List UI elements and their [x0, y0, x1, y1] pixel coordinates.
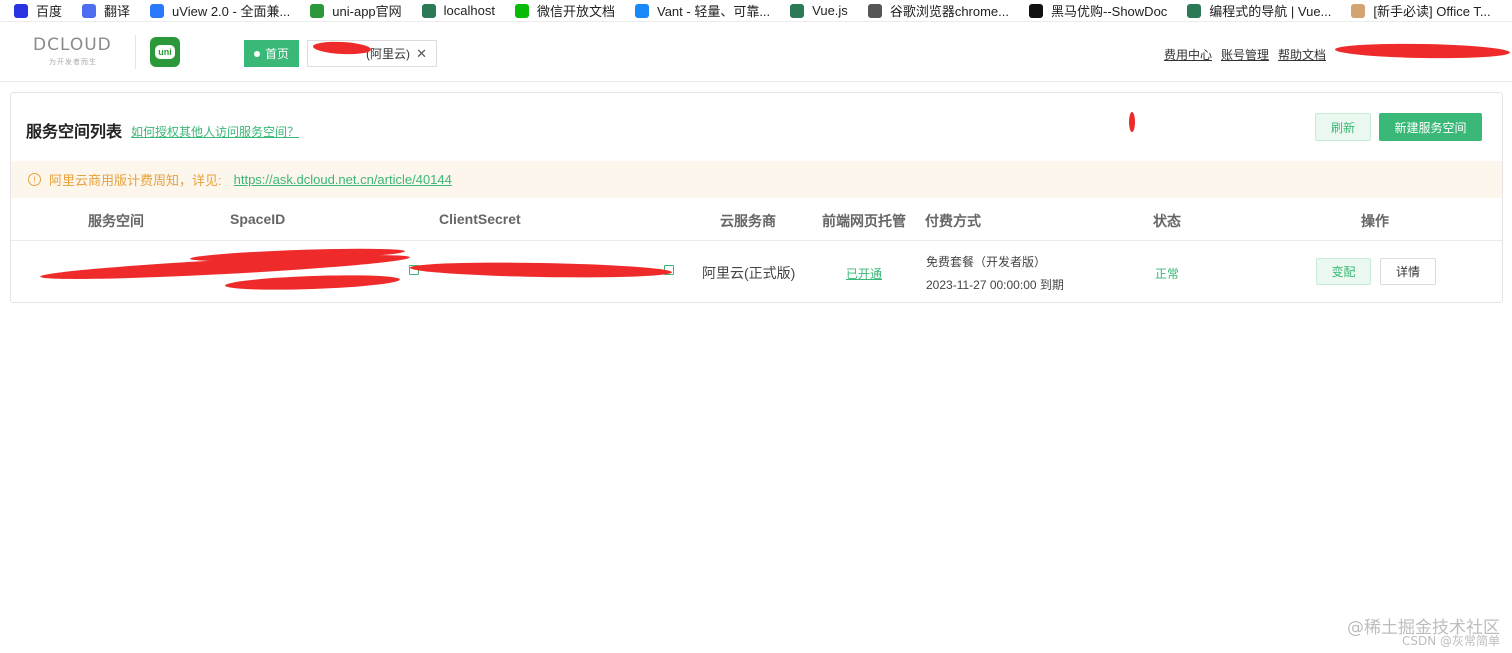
- logo-text: DCLOUD: [33, 35, 112, 55]
- billing-notice: ! 阿里云商用版计费周知，详见: https://ask.dcloud.net.…: [11, 161, 1502, 198]
- col-hosting: 前端网页托管: [822, 213, 906, 229]
- active-dot-icon: [253, 50, 260, 57]
- top-header: DCLOUD 为开发者而生 uni 首页 (阿里云) ✕ 费用中心 账号管理 帮…: [0, 23, 1512, 82]
- link-account-management[interactable]: 账号管理: [1221, 46, 1269, 63]
- bookmark-item[interactable]: uni-app官网: [310, 0, 402, 21]
- uni-icon-label: uni: [155, 45, 175, 59]
- col-service-space: 服务空间: [88, 213, 144, 229]
- bookmark-item[interactable]: Vue.js: [790, 0, 848, 21]
- tab-home[interactable]: 首页: [244, 40, 299, 67]
- col-payment: 付费方式: [925, 213, 981, 229]
- bookmark-label: 翻译: [104, 4, 131, 19]
- bookmark-label: 编程式的导航 | Vue...: [1209, 4, 1332, 19]
- page-title: 服务空间列表: [26, 124, 123, 141]
- bookmark-label: Vant - 轻量、可靠...: [656, 4, 771, 19]
- dcloud-logo[interactable]: DCLOUD 为开发者而生: [33, 35, 123, 69]
- bookmark-label: uView 2.0 - 全面兼...: [172, 4, 291, 19]
- uniapp-icon: [310, 3, 325, 18]
- bookmark-item[interactable]: uView 2.0 - 全面兼...: [150, 0, 291, 21]
- detail-button[interactable]: 详情: [1380, 258, 1436, 285]
- vue-icon: [421, 3, 436, 18]
- bookmark-label: 黑马优购--ShowDoc: [1051, 4, 1168, 19]
- office-icon: [1351, 3, 1366, 18]
- watermark-csdn: CSDN @灰常简单: [1401, 634, 1500, 648]
- bookmark-label: 谷歌浏览器chrome...: [889, 4, 1009, 19]
- new-service-space-button[interactable]: 新建服务空间: [1379, 113, 1482, 141]
- bookmark-item[interactable]: 谷歌浏览器chrome...: [867, 0, 1009, 21]
- bookmark-item[interactable]: localhost: [421, 0, 495, 21]
- bookmark-label: 百度: [36, 4, 63, 19]
- provider-cell: 阿里云(正式版): [702, 265, 796, 281]
- bookmark-item[interactable]: Vant - 轻量、可靠...: [634, 0, 771, 21]
- bookmark-label: 微信开放文档: [536, 4, 615, 19]
- vue-icon: [790, 3, 805, 18]
- bookmark-item[interactable]: 百度: [14, 0, 63, 21]
- bookmark-label: Vue.js: [812, 3, 848, 18]
- redaction-mark: [1129, 112, 1135, 132]
- hosting-link[interactable]: 已开通: [846, 265, 882, 282]
- card-header: 服务空间列表 如何授权其他人访问服务空间？ 刷新 新建服务空间: [11, 93, 1502, 161]
- notice-link[interactable]: https://ask.dcloud.net.cn/article/40144: [234, 172, 452, 187]
- warning-icon: !: [28, 173, 41, 186]
- baidu-paw-icon: [14, 3, 28, 18]
- link-billing-center[interactable]: 费用中心: [1164, 46, 1212, 63]
- help-auth-link[interactable]: 如何授权其他人访问服务空间？: [131, 123, 299, 140]
- close-icon[interactable]: ✕: [416, 46, 427, 62]
- expiry-cell: 2023-11-27 00:00:00 到期: [926, 278, 1064, 292]
- bookmark-label: localhost: [443, 3, 495, 18]
- chrome-icon: [867, 3, 882, 18]
- bookmark-label: uni-app官网: [332, 4, 402, 19]
- translate-icon: [82, 3, 97, 18]
- col-actions: 操作: [1361, 213, 1389, 229]
- refresh-button[interactable]: 刷新: [1315, 113, 1371, 141]
- change-plan-button[interactable]: 变配: [1316, 258, 1371, 285]
- vant-icon: [634, 3, 649, 18]
- status-badge: 正常: [1155, 267, 1180, 281]
- col-provider: 云服务商: [720, 213, 776, 229]
- bookmark-label: [新手必读] Office T...: [1373, 4, 1491, 19]
- plan-cell: 免费套餐（开发者版）: [926, 255, 1047, 269]
- bookmark-item[interactable]: 微信开放文档: [514, 0, 615, 21]
- uni-app-icon[interactable]: uni: [150, 37, 180, 67]
- wechat-icon: [514, 3, 529, 18]
- logo-slogan: 为开发者而生: [49, 59, 97, 66]
- notice-text: 阿里云商用版计费周知，详见:: [49, 173, 222, 188]
- col-status: 状态: [1153, 213, 1181, 229]
- col-space-id: SpaceID: [230, 211, 286, 227]
- table-header: 服务空间 SpaceID ClientSecret 云服务商 前端网页托管 付费…: [11, 198, 1502, 241]
- link-help-docs[interactable]: 帮助文档: [1278, 46, 1326, 63]
- showdoc-icon: [1029, 3, 1043, 18]
- bookmark-item[interactable]: 编程式的导航 | Vue...: [1187, 0, 1332, 21]
- vue-icon: [1187, 3, 1202, 18]
- header-links: 费用中心 账号管理 帮助文档: [1164, 46, 1326, 63]
- bookmark-item[interactable]: 黑马优购--ShowDoc: [1029, 0, 1168, 21]
- bookmark-item[interactable]: 翻译: [82, 0, 131, 21]
- tab-home-label: 首页: [264, 47, 289, 61]
- col-client-secret: ClientSecret: [439, 211, 521, 227]
- tab-space-label: (阿里云): [366, 47, 410, 61]
- bookmark-item[interactable]: [新手必读] Office T...: [1351, 0, 1491, 21]
- logo-divider: [135, 35, 136, 69]
- uview-icon: [150, 3, 165, 18]
- bookmarks-bar: 百度 翻译 uView 2.0 - 全面兼... uni-app官网 localhost…: [0, 0, 1512, 22]
